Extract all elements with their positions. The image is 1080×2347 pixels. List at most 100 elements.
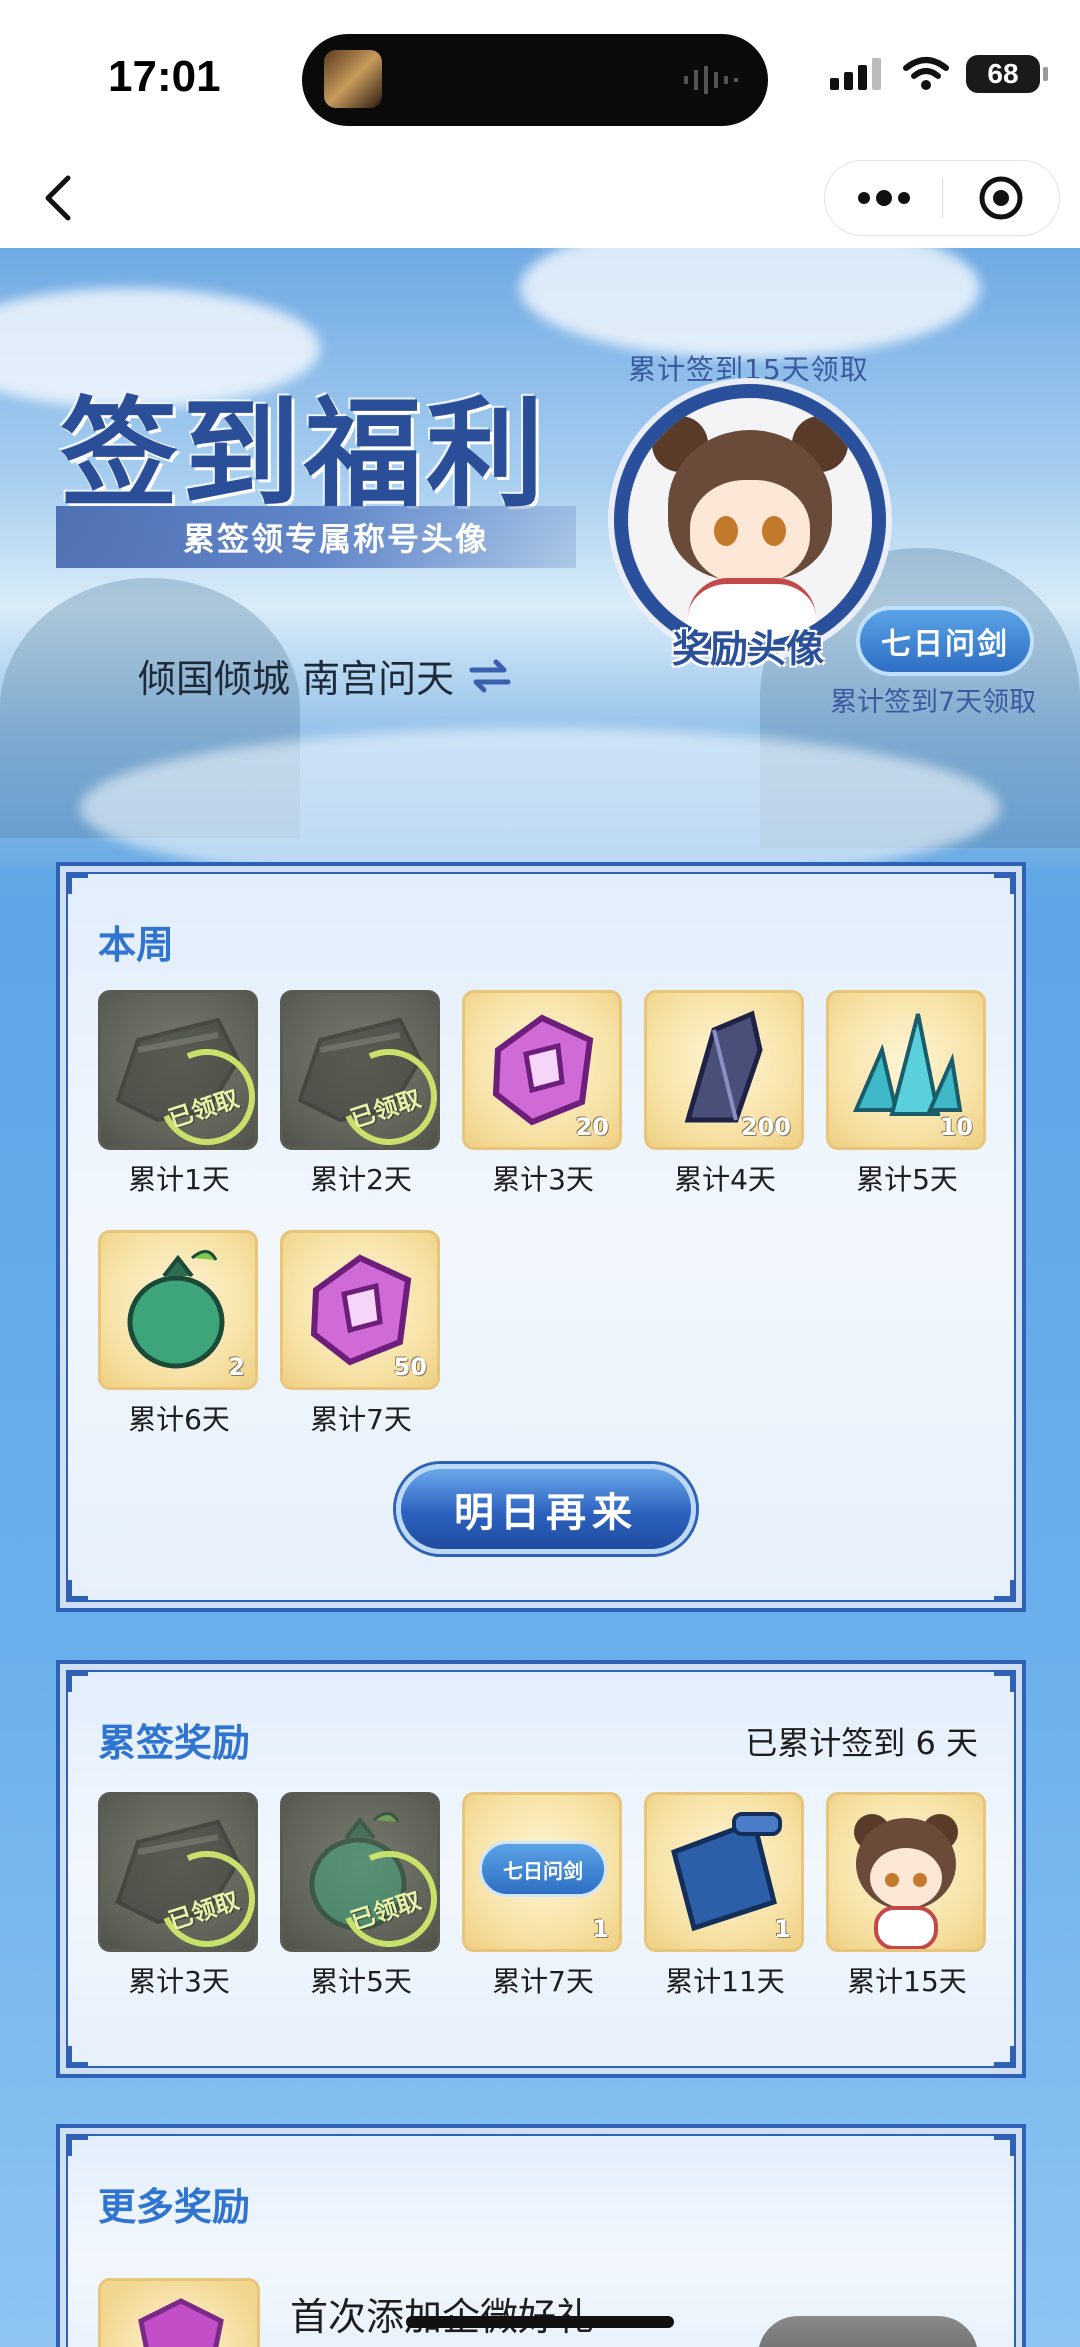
reward-item[interactable]: 七日问剑 1 累计7天 <box>462 1792 624 2000</box>
reward-item[interactable]: 200 累计4天 <box>644 990 806 1198</box>
this-week-title: 本周 <box>98 923 175 967</box>
reward-item[interactable]: 已领取累计2天 <box>280 990 442 1198</box>
status-bar: 17:01 68 <box>0 0 1080 150</box>
user-role-name: 倾国倾城 南宫问天 <box>138 657 455 701</box>
avatar-art <box>714 516 738 546</box>
reward-tile: 七日问剑 1 <box>462 1792 622 1952</box>
panel-corner <box>66 2134 88 2156</box>
panel-corner <box>994 1670 1016 1692</box>
purple-jade-icon <box>138 2298 224 2347</box>
reward-day-label: 累计7天 <box>492 1965 594 1998</box>
panel-corner <box>66 1580 88 1602</box>
reward-tile <box>826 1792 986 1952</box>
more-rewards-title: 更多奖励 <box>98 2185 251 2229</box>
reward-day-label: 累计6天 <box>128 1403 230 1436</box>
back-arrow-icon[interactable] <box>36 170 84 226</box>
wifi-icon <box>903 57 949 90</box>
reward-day-label: 累计3天 <box>128 1965 230 1998</box>
reward-item[interactable]: 已领取累计3天 <box>98 1792 260 2000</box>
target-close-icon <box>979 176 1023 220</box>
claim-more-reward-button[interactable] <box>758 2316 978 2347</box>
hero-title: 签到福利 <box>60 384 549 523</box>
reward-tile: 20 <box>462 990 622 1150</box>
reward-tile-claimed: 已领取 <box>98 1792 258 1952</box>
reward-day-label: 累计3天 <box>492 1163 594 1196</box>
reward-quantity: 200 <box>740 1113 791 1141</box>
nav-bar <box>0 150 1080 248</box>
more-reward-item-title: 首次添加企微好礼 <box>290 2286 594 2341</box>
chibi-avatar-icon <box>829 1795 983 1949</box>
reward-day-label: 累计1天 <box>128 1163 230 1196</box>
reward-quantity: 10 <box>939 1113 973 1141</box>
battery-indicator: 68 <box>966 55 1048 93</box>
status-time: 17:01 <box>108 52 221 101</box>
panel-corner <box>994 2134 1016 2156</box>
more-reward-thumbnail <box>98 2278 260 2347</box>
reward-quantity: 2 <box>228 1353 245 1381</box>
audio-wave-icon <box>684 66 738 94</box>
reward-day-label: 累计4天 <box>674 1163 776 1196</box>
reward-quantity: 1 <box>592 1915 609 1943</box>
reward-item[interactable]: 20 累计3天 <box>462 990 624 1198</box>
hero-banner: 签到福利 累签领专属称号头像 倾国倾城 南宫问天 累计签到15天领取 奖励头像 … <box>0 248 1080 868</box>
avatar-label: 奖励头像 <box>672 627 825 671</box>
avatar-art <box>762 516 786 546</box>
reward-quantity: 20 <box>575 1113 609 1141</box>
avatar-caption-top: 累计签到15天领取 <box>628 353 869 386</box>
this-week-panel: 本周 已领取 累计1天 已领取 累计2天 20 累计3天 200 累计4天 10 累计5天 2 累计6… <box>56 862 1026 1612</box>
reward-day-label: 累计5天 <box>856 1163 958 1196</box>
miniprogram-capsule <box>824 160 1060 236</box>
reward-item[interactable]: 10 累计5天 <box>826 990 988 1198</box>
more-rewards-panel: 更多奖励 首次添加企微好礼 <box>56 2124 1026 2347</box>
more-options-button[interactable] <box>825 160 942 236</box>
reward-tile: 10 <box>826 990 986 1150</box>
dynamic-island <box>302 34 768 126</box>
hero-subtitle-ribbon: 累签领专属称号头像 <box>56 506 576 568</box>
reward-tile: 1 <box>644 1792 804 1952</box>
hero-subtitle: 累签领专属称号头像 <box>182 520 489 558</box>
reward-tile: 200 <box>644 990 804 1150</box>
signal-icon <box>830 58 881 90</box>
reward-item[interactable]: 已领取累计1天 <box>98 990 260 1198</box>
reward-quantity: 1 <box>774 1915 791 1943</box>
cumulative-title: 累签奖励 <box>98 1721 251 1765</box>
panel-corner <box>994 2046 1016 2068</box>
reward-tile-claimed: 已领取 <box>280 990 440 1150</box>
title-badge: 七日问剑 <box>856 606 1034 676</box>
panel-corner <box>994 872 1016 894</box>
cumulative-progress: 已累计签到 6 天 <box>745 1724 978 1762</box>
reward-tile-claimed: 已领取 <box>280 1792 440 1952</box>
swap-icon[interactable] <box>468 658 512 694</box>
user-role-switch[interactable]: 倾国倾城 南宫问天 <box>138 648 512 703</box>
come-back-tomorrow-button[interactable]: 明日再来 <box>396 1464 696 1554</box>
reward-tile-claimed: 已领取 <box>98 990 258 1150</box>
avatar-caption-bottom: 累计签到7天领取 <box>830 687 1037 718</box>
panel-corner <box>66 2046 88 2068</box>
cumulative-panel: 累签奖励 已累计签到 6 天 已领取 累计3天 已领取 累计5天 七日问剑 1 累计7天 1 累… <box>56 1660 1026 2078</box>
reward-day-label: 累计11天 <box>665 1965 785 1998</box>
now-playing-thumbnail <box>324 50 382 108</box>
reward-item[interactable]: 累计15天 <box>826 1792 988 2000</box>
reward-day-label: 累计15天 <box>847 1965 967 1998</box>
reward-item[interactable]: 1 累计11天 <box>644 1792 806 2000</box>
status-icons: 68 <box>830 54 1048 94</box>
panel-corner <box>994 1580 1016 1602</box>
reward-item[interactable]: 已领取累计5天 <box>280 1792 442 2000</box>
title-ticket-label: 七日问剑 <box>479 1841 607 1897</box>
reward-item[interactable]: 2 累计6天 <box>98 1230 260 1438</box>
reward-day-label: 累计2天 <box>310 1163 412 1196</box>
reward-day-label: 累计7天 <box>310 1403 412 1436</box>
close-miniprogram-button[interactable] <box>943 160 1059 236</box>
cloud-decoration <box>520 248 980 358</box>
reward-quantity: 50 <box>393 1353 427 1381</box>
reward-tile: 50 <box>280 1230 440 1390</box>
reward-tile: 2 <box>98 1230 258 1390</box>
panel-corner <box>66 1670 88 1692</box>
panel-corner <box>66 872 88 894</box>
reward-avatar-preview <box>614 384 886 656</box>
reward-item[interactable]: 50 累计7天 <box>280 1230 442 1438</box>
reward-day-label: 累计5天 <box>310 1965 412 1998</box>
more-dots-icon <box>857 190 910 206</box>
home-indicator <box>406 2316 674 2328</box>
avatar-art <box>690 480 810 584</box>
